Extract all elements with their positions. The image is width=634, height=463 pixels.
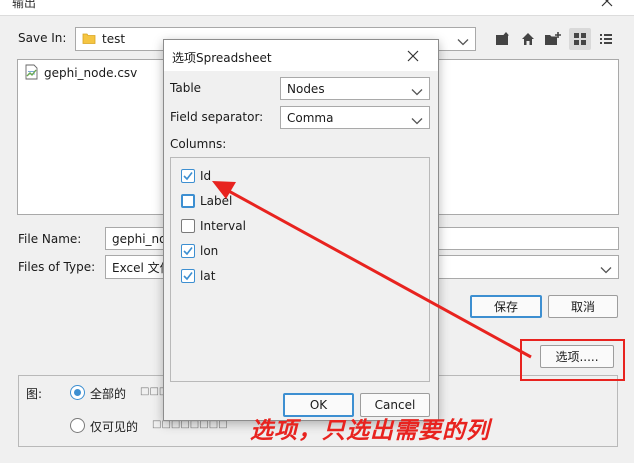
column-checkbox-label[interactable]: [181, 194, 195, 208]
field-separator-value: Comma: [287, 110, 334, 125]
close-icon[interactable]: [600, 0, 614, 8]
radio-visible[interactable]: [70, 418, 85, 433]
folder-icon: [82, 31, 96, 48]
radio-all-label: 全部的: [90, 387, 127, 401]
column-label-interval: Interval: [200, 219, 246, 233]
save-button[interactable]: 保存: [470, 295, 542, 318]
table-value: Nodes: [287, 81, 325, 96]
column-label-label: Label: [200, 194, 233, 208]
file-item-name: gephi_node.csv: [44, 66, 138, 80]
file-item[interactable]: gephi_node.csv: [24, 64, 137, 82]
dialog-title: 选项Spreadsheet: [172, 51, 272, 65]
cancel-button[interactable]: 取消: [548, 295, 618, 318]
file-name-label: File Name:: [18, 232, 82, 246]
chevron-down-icon: [411, 85, 423, 95]
column-checkbox-interval[interactable]: [181, 219, 195, 233]
graph-label: 图:: [26, 387, 43, 401]
chevron-down-icon: [457, 35, 469, 46]
chevron-down-icon: [600, 263, 612, 274]
column-label-id: Id: [200, 169, 212, 183]
save-in-label: Save In:: [18, 31, 67, 45]
annotation-text: 选项，只选出需要的列: [250, 418, 490, 444]
options-button[interactable]: 选项.....: [540, 345, 614, 368]
column-checkbox-id[interactable]: [181, 169, 195, 183]
file-name-value: gephi_no: [112, 231, 167, 246]
field-separator-label: Field separator:: [170, 110, 264, 124]
window-title: 输出: [12, 0, 37, 10]
list-view-icon[interactable]: [569, 28, 591, 50]
column-checkbox-lon[interactable]: [181, 244, 195, 258]
columns-label: Columns:: [170, 137, 227, 151]
files-of-type-label: Files of Type:: [18, 260, 96, 274]
home-icon[interactable]: [519, 30, 537, 48]
dialog-title-bar: 选项Spreadsheet: [164, 40, 438, 71]
radio-dot: [74, 389, 81, 396]
window-title-bar: 输出: [0, 0, 634, 16]
column-label-lon: lon: [200, 244, 219, 258]
options-dialog: 选项Spreadsheet Table Nodes Field separato…: [163, 39, 439, 421]
details-view-icon[interactable]: [597, 30, 615, 48]
csv-file-icon: [24, 64, 39, 83]
up-folder-icon[interactable]: [494, 30, 512, 48]
dialog-close-icon[interactable]: [407, 50, 419, 62]
save-in-value: test: [102, 32, 126, 46]
table-label: Table: [170, 81, 202, 95]
field-separator-dropdown[interactable]: Comma: [280, 106, 430, 129]
radio-visible-label: 仅可见的: [90, 420, 139, 434]
columns-list: Id Label Interval lon lat: [170, 157, 430, 382]
column-checkbox-lat[interactable]: [181, 269, 195, 283]
chevron-down-icon: [411, 114, 423, 124]
column-label-lat: lat: [200, 269, 216, 283]
radio-all[interactable]: [70, 385, 85, 400]
table-dropdown[interactable]: Nodes: [280, 77, 430, 100]
new-folder-icon[interactable]: [544, 30, 562, 48]
